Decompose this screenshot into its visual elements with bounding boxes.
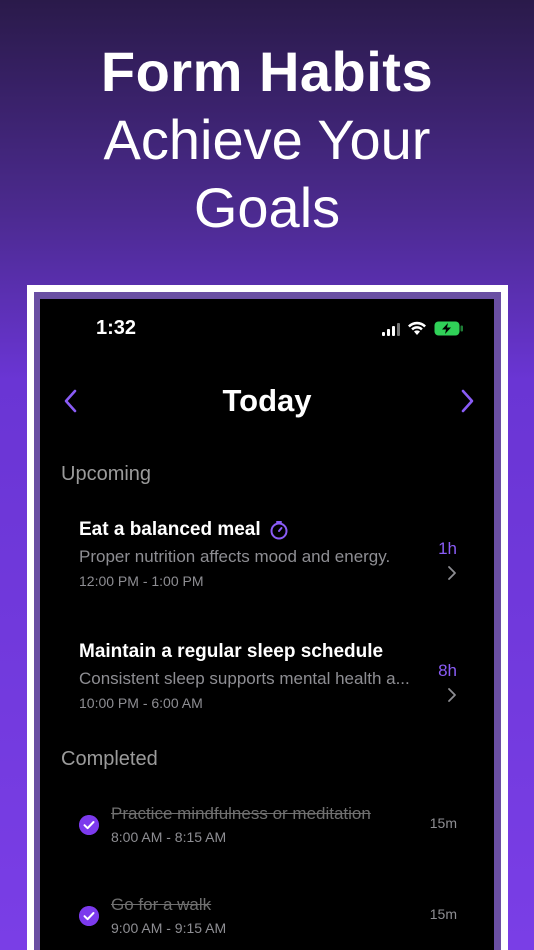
cellular-signal-icon [382, 322, 400, 336]
phone-screen: 1:32 Today Upcoming Eat a balanced meal [40, 299, 494, 950]
checkmark-circle-icon[interactable] [79, 906, 99, 926]
task-duration: 15m [429, 906, 457, 922]
task-duration: 1h [438, 539, 457, 558]
completed-task-item[interactable]: Practice mindfulness or meditation 8:00 … [79, 804, 479, 854]
hero-heading: Form Habits Achieve Your Goals [0, 38, 534, 242]
task-time: 9:00 AM - 9:15 AM [111, 920, 227, 936]
task-duration: 15m [429, 815, 457, 831]
completed-task-item[interactable]: Go for a walk 9:00 AM - 9:15 AM 15m [79, 895, 479, 945]
task-title: Eat a balanced meal [79, 519, 261, 540]
date-navigation: Today [40, 379, 494, 423]
timer-icon [270, 521, 288, 540]
task-description: Proper nutrition affects mood and energy… [79, 547, 391, 566]
task-duration: 8h [438, 661, 457, 680]
upcoming-task-item[interactable]: Maintain a regular sleep schedule Consis… [79, 641, 479, 711]
task-description: Consistent sleep supports mental health … [79, 669, 410, 688]
wifi-icon [408, 321, 426, 335]
task-title: Practice mindfulness or meditation [111, 804, 371, 823]
hero-line-2: Achieve Your [103, 108, 431, 171]
chevron-right-icon [448, 566, 456, 580]
section-header-completed: Completed [61, 748, 158, 770]
checkmark-circle-icon[interactable] [79, 815, 99, 835]
page-title: Today [222, 383, 312, 418]
hero-line-1: Form Habits [100, 40, 434, 103]
section-header-upcoming: Upcoming [61, 463, 152, 485]
task-time: 10:00 PM - 6:00 AM [79, 695, 203, 711]
task-title: Maintain a regular sleep schedule [79, 641, 384, 662]
battery-charging-icon [434, 321, 463, 336]
task-time: 12:00 PM - 1:00 PM [79, 573, 204, 589]
hero-line-3: Goals [193, 176, 341, 239]
chevron-right-icon [448, 688, 456, 702]
upcoming-task-item[interactable]: Eat a balanced meal Proper nutrition aff… [79, 519, 479, 589]
status-icons [382, 321, 464, 336]
task-time: 8:00 AM - 8:15 AM [111, 829, 227, 845]
chevron-right-icon[interactable] [452, 383, 482, 419]
status-time: 1:32 [96, 317, 137, 339]
task-title: Go for a walk [111, 895, 212, 914]
